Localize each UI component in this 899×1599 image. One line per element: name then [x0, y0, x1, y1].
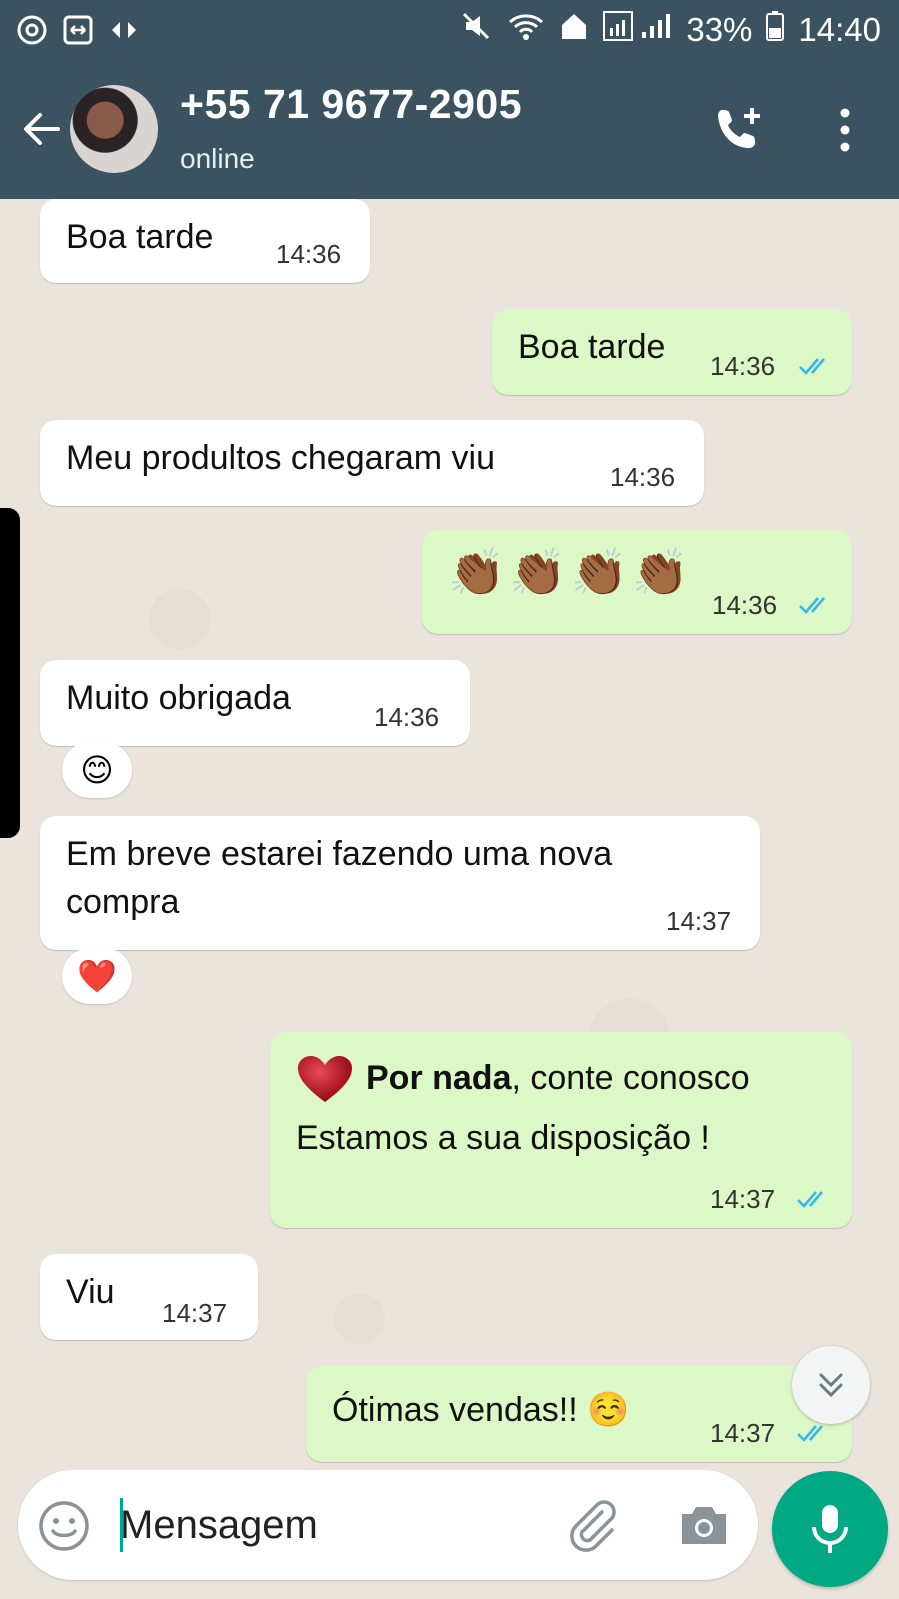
message-bubble[interactable]: Muito obrigada 14:36 [40, 660, 470, 746]
contact-name[interactable]: +55 71 9677-2905 [180, 81, 522, 128]
message-text: Boa tarde [66, 218, 214, 256]
message-reaction[interactable]: ❤️ [62, 948, 132, 1004]
message-bubble[interactable]: Viu 14:37 [40, 1254, 258, 1340]
remote-icon [62, 14, 94, 46]
read-ticks-icon [799, 597, 825, 614]
home-icon [560, 11, 588, 49]
read-ticks-icon [797, 1425, 823, 1442]
avatar[interactable] [70, 85, 158, 173]
message-bubble[interactable]: Boa tarde 14:36 [492, 309, 852, 395]
message-time: 14:37 [710, 1418, 776, 1448]
more-menu-button[interactable] [825, 105, 865, 155]
message-input[interactable] [118, 1492, 562, 1558]
signal-icon [602, 10, 672, 50]
attach-button[interactable] [566, 1498, 620, 1552]
message-text: Muito obrigada [66, 679, 291, 717]
battery-percent: 33% [686, 11, 753, 48]
message-time: 14:37 [162, 1298, 228, 1328]
phone-plus-icon [718, 108, 760, 148]
more-vertical-icon [840, 108, 850, 152]
emoji-button[interactable] [38, 1500, 90, 1552]
microphone-icon [812, 1505, 848, 1553]
message-bubble[interactable]: Por nada, conte conosco Estamos a sua di… [270, 1032, 852, 1228]
message-composer [18, 1470, 758, 1580]
message-emoji-text: 👏🏾👏🏾👏🏾👏🏾 [448, 546, 694, 598]
message-text-line2: Estamos a sua disposição ! [296, 1119, 710, 1157]
message-bubble[interactable]: 👏🏾👏🏾👏🏾👏🏾 14:36 [422, 530, 852, 634]
camera-icon [682, 1507, 726, 1544]
message-time: 14:36 [712, 590, 778, 620]
status-bar: 33% 14:40 [0, 0, 899, 65]
message-time: 14:37 [666, 906, 732, 936]
message-text-line1: Por nada, conte conosco [366, 1054, 750, 1102]
message-text: Em breve estarei fazendo uma nova compra [66, 835, 613, 921]
scroll-to-bottom-button[interactable] [792, 1346, 870, 1424]
message-time: 14:37 [710, 1184, 776, 1214]
message-bold-text: Por nada [366, 1059, 512, 1097]
message-text: Ótimas vendas!! ☺️ [332, 1391, 630, 1429]
wifi-icon [506, 10, 546, 50]
message-text: , conte conosco [511, 1059, 750, 1097]
sync-icon [16, 14, 48, 46]
message-text: Viu [66, 1273, 115, 1311]
message-bubble[interactable]: Meu produltos chegaram viu 14:36 [40, 420, 704, 506]
message-text: Boa tarde [518, 328, 666, 366]
message-reaction[interactable]: 😊 [62, 742, 132, 798]
heart-icon [296, 1054, 354, 1113]
contact-status: online [180, 143, 255, 174]
arrows-icon [108, 14, 140, 46]
camera-button[interactable] [678, 1500, 730, 1548]
read-ticks-icon [799, 358, 825, 375]
battery-icon [766, 11, 785, 49]
message-time: 14:36 [610, 462, 676, 492]
message-text: Meu produltos chegaram viu [66, 439, 496, 477]
edge-panel-handle[interactable] [0, 508, 20, 838]
double-chevron-down-icon [819, 1373, 843, 1398]
message-time: 14:36 [710, 351, 776, 381]
message-time: 14:36 [276, 239, 342, 269]
voice-message-button[interactable] [772, 1471, 888, 1587]
mute-icon [460, 10, 492, 50]
message-bubble[interactable]: Ótimas vendas!! ☺️ 14:37 [306, 1366, 852, 1462]
back-button[interactable] [18, 105, 66, 153]
message-bubble[interactable]: Em breve estarei fazendo uma nova compra… [40, 816, 760, 950]
arrow-left-icon [24, 113, 60, 145]
message-bubble[interactable]: Boa tarde 14:36 [40, 199, 370, 283]
paperclip-icon [570, 1500, 616, 1552]
read-ticks-icon [797, 1191, 823, 1208]
add-call-button[interactable] [712, 102, 768, 158]
chat-header: +55 71 9677-2905 online [0, 65, 899, 199]
smiley-icon [39, 1501, 89, 1551]
clock: 14:40 [798, 11, 881, 48]
message-time: 14:36 [374, 702, 440, 732]
